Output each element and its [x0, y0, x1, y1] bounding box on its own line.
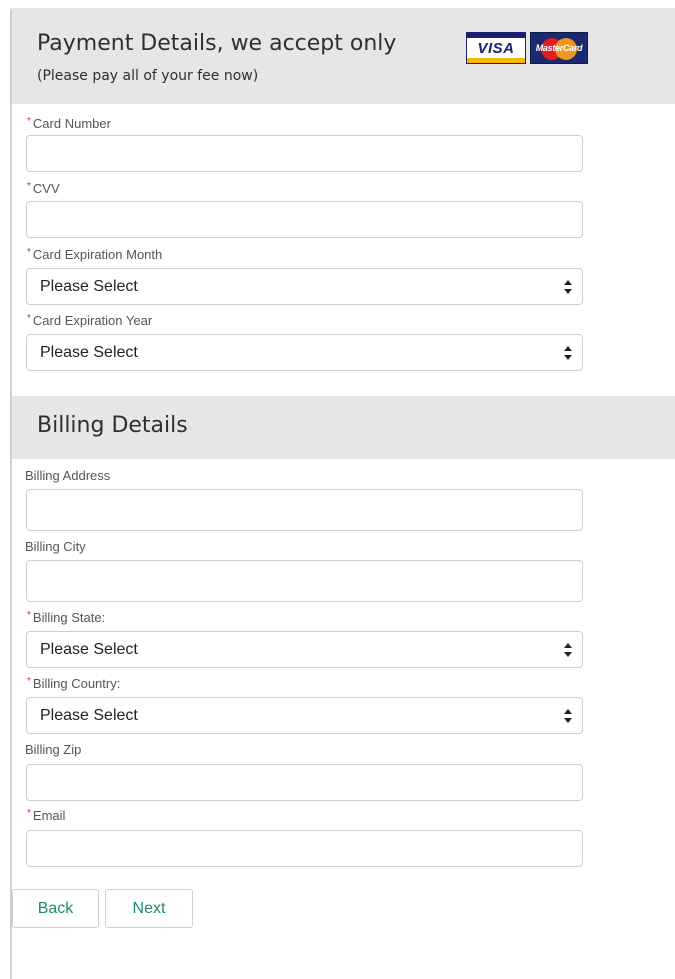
required-marker: * [27, 181, 31, 192]
billing-address-label: Billing Address [25, 468, 111, 483]
billing-details-header: Billing Details [12, 396, 675, 459]
billing-zip-label: Billing Zip [25, 742, 82, 757]
exp-year-selected: Please Select [40, 344, 138, 361]
billing-country-label: * Billing Country: [27, 676, 121, 691]
billing-city-input[interactable] [26, 560, 583, 602]
required-marker: * [27, 313, 31, 324]
exp-year-label: * Card Expiration Year [27, 313, 153, 328]
next-button[interactable]: Next [105, 889, 193, 928]
select-arrows-icon [564, 709, 572, 723]
required-marker: * [27, 676, 31, 687]
billing-details-title: Billing Details [37, 413, 188, 438]
back-button[interactable]: Back [12, 889, 99, 928]
select-arrows-icon [564, 280, 572, 294]
left-border [10, 10, 12, 979]
required-marker: * [27, 116, 31, 127]
billing-zip-input[interactable] [26, 764, 583, 801]
exp-year-select[interactable]: Please Select [26, 334, 583, 371]
cvv-label: * CVV [27, 181, 60, 196]
billing-state-label: * Billing State: [27, 610, 106, 625]
billing-city-label: Billing City [25, 539, 86, 554]
billing-country-selected: Please Select [40, 707, 138, 724]
mastercard-logo-text: MasterCard [535, 43, 583, 53]
email-input[interactable] [26, 830, 583, 867]
required-marker: * [27, 247, 31, 258]
payment-details-subtitle: (Please pay all of your fee now) [37, 68, 259, 84]
required-marker: * [27, 808, 31, 819]
accepted-cards: VISA MasterCard [466, 32, 588, 64]
exp-month-select[interactable]: Please Select [26, 268, 583, 305]
mastercard-logo-icon: MasterCard [530, 32, 588, 64]
cvv-input[interactable] [26, 201, 583, 238]
exp-month-label: * Card Expiration Month [27, 247, 163, 262]
exp-month-selected: Please Select [40, 278, 138, 295]
card-number-label: * Card Number [27, 116, 111, 131]
select-arrows-icon [564, 346, 572, 360]
required-marker: * [27, 610, 31, 621]
billing-state-select[interactable]: Please Select [26, 631, 583, 668]
email-label: * Email [27, 808, 66, 823]
billing-state-selected: Please Select [40, 641, 138, 658]
select-arrows-icon [564, 643, 572, 657]
payment-details-header: Payment Details, we accept only VISA Mas… [12, 10, 675, 104]
billing-address-input[interactable] [26, 489, 583, 531]
card-number-input[interactable] [26, 135, 583, 172]
visa-logo-icon: VISA [466, 32, 526, 64]
billing-country-select[interactable]: Please Select [26, 697, 583, 734]
payment-details-title: Payment Details, we accept only [37, 31, 397, 56]
visa-logo-text: VISA [477, 40, 515, 57]
